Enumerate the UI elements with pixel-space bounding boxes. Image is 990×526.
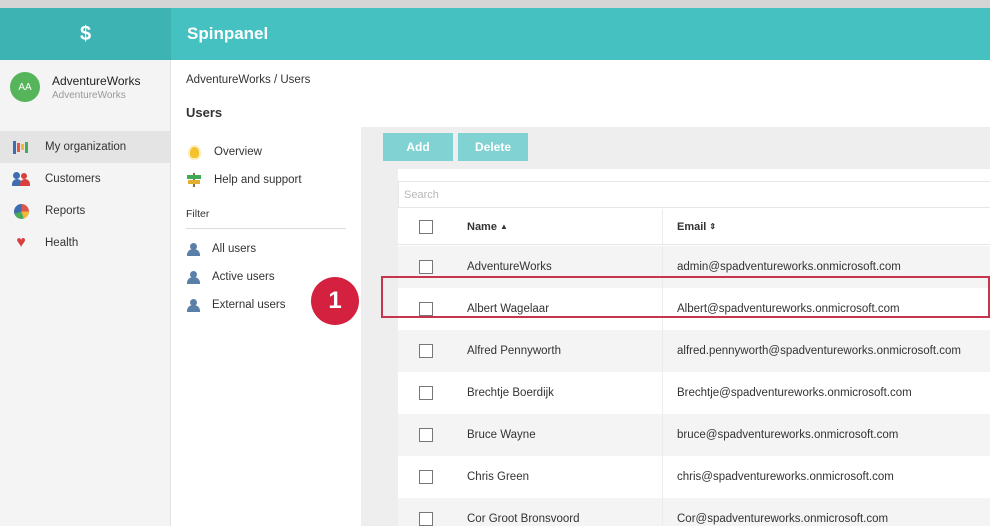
overview-link[interactable]: Overview — [186, 138, 346, 166]
row-checkbox[interactable] — [418, 344, 433, 358]
filter-heading: Filter — [186, 208, 210, 220]
overview-label: Overview — [214, 146, 262, 158]
users-table: Name ▲ Email ⇕ AdventureWorks admin@spad… — [398, 169, 990, 526]
customers-icon — [12, 171, 30, 187]
avatar: AA — [10, 72, 40, 102]
search-input[interactable] — [398, 181, 990, 208]
user-email: Brechtje@spadventureworks.onmicrosoft.co… — [677, 387, 912, 399]
logo-glyph: $ — [79, 22, 92, 45]
nav-item-label: Customers — [45, 173, 101, 185]
sort-icon: ⇕ — [709, 222, 717, 231]
users-content: Add Delete Name ▲ Email ⇕ AdventureWorks… — [361, 127, 990, 526]
user-email: alfred.pennyworth@spadventureworks.onmic… — [677, 345, 961, 357]
user-name: Albert Wagelaar — [453, 288, 663, 330]
nav-item-reports[interactable]: Reports — [0, 195, 170, 227]
user-icon — [186, 270, 202, 284]
sort-ascending-icon: ▲ — [499, 222, 508, 231]
org-subtitle: AdventureWorks — [52, 89, 126, 101]
org-name: AdventureWorks — [52, 73, 141, 88]
name-column-header[interactable]: Name ▲ — [453, 209, 663, 244]
filter-divider — [186, 228, 346, 229]
filter-label-external-users: External users — [212, 299, 286, 311]
main-nav: My organization Customers Reports ♥ Heal… — [0, 131, 170, 259]
nav-item-label: Health — [45, 237, 79, 249]
table-row[interactable]: Albert Wagelaar Albert@spadventureworks.… — [398, 288, 990, 330]
user-email: chris@spadventureworks.onmicrosoft.com — [677, 471, 894, 483]
user-icon — [186, 242, 202, 256]
row-checkbox[interactable] — [418, 260, 433, 274]
nav-item-my-organization[interactable]: My organization — [0, 131, 170, 163]
user-name: AdventureWorks — [453, 246, 663, 288]
row-checkbox[interactable] — [418, 512, 433, 526]
table-row[interactable]: Alfred Pennyworth alfred.pennyworth@spad… — [398, 330, 990, 372]
help-support-label: Help and support — [214, 174, 302, 186]
filter-label-all-users: All users — [212, 243, 257, 255]
heart-icon: ♥ — [16, 234, 26, 251]
top-bar: $ Spinpanel — [0, 0, 990, 60]
table-row[interactable]: AdventureWorks admin@spadventureworks.on… — [398, 246, 990, 288]
signpost-icon — [186, 173, 202, 187]
delete-button[interactable]: Delete — [458, 133, 528, 161]
lightbulb-icon — [186, 146, 202, 158]
page-title: Users — [186, 105, 223, 120]
filter-label-active-users: Active users — [212, 271, 275, 283]
email-column-label: Email — [677, 220, 707, 233]
table-row[interactable]: Brechtje Boerdijk Brechtje@spadventurewo… — [398, 372, 990, 414]
nav-item-customers[interactable]: Customers — [0, 163, 170, 195]
user-name: Bruce Wayne — [453, 414, 663, 456]
org-switcher[interactable]: AA AdventureWorks AdventureWorks — [10, 72, 140, 102]
user-icon — [186, 298, 202, 312]
table-row[interactable]: Chris Green chris@spadventureworks.onmic… — [398, 456, 990, 498]
row-checkbox[interactable] — [418, 470, 433, 484]
pie-chart-icon — [12, 203, 30, 219]
row-checkbox[interactable] — [418, 428, 433, 442]
table-row[interactable]: Bruce Wayne bruce@spadventureworks.onmic… — [398, 414, 990, 456]
user-name: Chris Green — [453, 456, 663, 498]
help-support-link[interactable]: Help and support — [186, 166, 346, 194]
breadcrumb[interactable]: AdventureWorks / Users — [186, 74, 310, 86]
nav-item-label: Reports — [45, 205, 86, 217]
row-checkbox[interactable] — [418, 386, 433, 400]
nav-item-health[interactable]: ♥ Health — [0, 227, 170, 259]
user-email: Albert@spadventureworks.onmicrosoft.com — [677, 303, 900, 315]
app-title[interactable]: Spinpanel — [187, 8, 268, 60]
filter-all-users[interactable]: All users — [186, 235, 346, 263]
user-name: Brechtje Boerdijk — [453, 372, 663, 414]
name-column-label: Name — [467, 220, 497, 233]
nav-item-label: My organization — [45, 141, 127, 153]
user-name: Cor Groot Bronsvoord — [453, 498, 663, 526]
user-email: bruce@spadventureworks.onmicrosoft.com — [677, 429, 899, 441]
org-chart-icon — [12, 139, 30, 155]
step-callout-badge: 1 — [311, 277, 359, 325]
table-row[interactable]: Cor Groot Bronsvoord Cor@spadventurework… — [398, 498, 990, 526]
select-all-checkbox[interactable] — [418, 219, 433, 234]
left-sidebar: AA AdventureWorks AdventureWorks My orga… — [0, 60, 171, 526]
app-logo[interactable]: $ — [0, 8, 171, 60]
table-header: Name ▲ Email ⇕ — [398, 209, 990, 245]
user-email: Cor@spadventureworks.onmicrosoft.com — [677, 513, 889, 525]
email-column-header[interactable]: Email ⇕ — [663, 209, 716, 244]
row-checkbox[interactable] — [418, 302, 433, 316]
user-name: Alfred Pennyworth — [453, 330, 663, 372]
user-email: admin@spadventureworks.onmicrosoft.com — [677, 261, 901, 273]
add-button[interactable]: Add — [383, 133, 453, 161]
